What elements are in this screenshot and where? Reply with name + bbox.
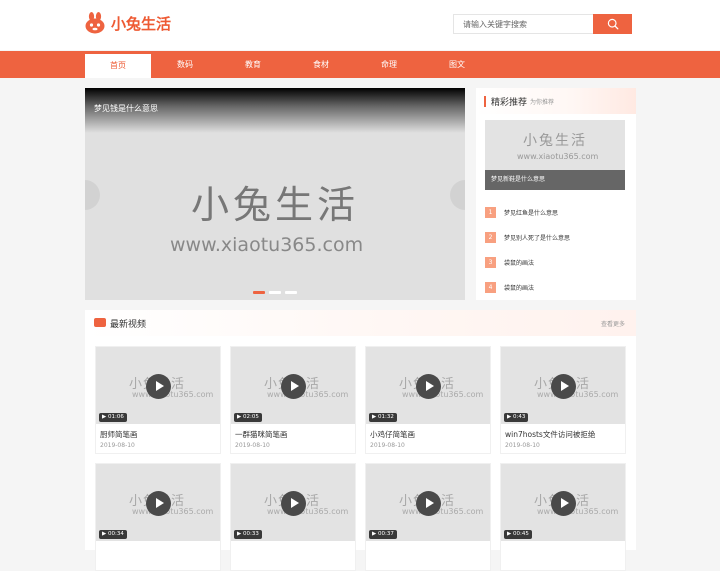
video-thumbnail[interactable]: 小兔生活 www.xiaotu365.com ▶ 00:45 xyxy=(501,464,625,541)
recommend-list: 1 梦见红鱼是什么意思 2 梦见别人死了是什么意思 3 袋鼠的画法 4 袋鼠的画… xyxy=(485,200,625,300)
play-icon[interactable] xyxy=(416,491,441,516)
rank-badge: 2 xyxy=(485,232,496,243)
video-thumbnail[interactable]: 小兔生活 www.xiaotu365.com ▶ 00:33 xyxy=(231,464,355,541)
play-icon[interactable] xyxy=(146,374,171,399)
search-bar xyxy=(453,14,632,34)
site-logo[interactable]: 小兔生活 xyxy=(84,10,171,36)
latest-videos-section: 最新视频 查看更多 小兔生活 www.xiaotu365.com ▶ 01:06… xyxy=(85,310,636,571)
video-date: 2019-08-10 xyxy=(370,442,405,449)
list-item-title[interactable]: 梦见别人死了是什么意思 xyxy=(504,233,570,242)
list-item-title[interactable]: 袋鼠的画法 xyxy=(504,258,534,267)
rank-badge: 1 xyxy=(485,207,496,218)
list-item[interactable]: 3 袋鼠的画法 xyxy=(485,250,625,275)
rank-badge: 4 xyxy=(485,282,496,293)
slider-dot-2[interactable] xyxy=(269,291,281,294)
videos-header: 最新视频 查看更多 xyxy=(85,310,636,336)
main-nav: 首页 数码 教育 食材 命理 图文 xyxy=(0,51,720,78)
play-icon[interactable] xyxy=(416,374,441,399)
video-thumbnail[interactable]: 小兔生活 www.xiaotu365.com ▶ 00:34 xyxy=(96,464,220,541)
video-thumbnail[interactable]: 小兔生活 www.xiaotu365.com ▶ 02:05 xyxy=(231,347,355,424)
video-card[interactable]: 小兔生活 www.xiaotu365.com ▶ 01:32 小鸡仔简笔画 20… xyxy=(365,346,491,454)
list-item-title[interactable]: 梦见红鱼是什么意思 xyxy=(504,208,558,217)
video-thumbnail[interactable]: 小兔生活 www.xiaotu365.com ▶ 0:43 xyxy=(501,347,625,424)
nav-item-home[interactable]: 首页 xyxy=(85,54,151,78)
video-section-icon xyxy=(94,318,106,327)
banner-title[interactable]: 梦见钱是什么意思 xyxy=(94,103,158,114)
slider-dot-3[interactable] xyxy=(285,291,297,294)
video-thumbnail[interactable]: 小兔生活 www.xiaotu365.com ▶ 00:37 xyxy=(366,464,490,541)
recommend-panel: 精彩推荐 为你推荐 小兔生活 www.xiaotu365.com 梦见新鞋是什么… xyxy=(476,88,636,300)
play-icon[interactable] xyxy=(281,491,306,516)
list-item[interactable]: 1 梦见红鱼是什么意思 xyxy=(485,200,625,225)
video-duration: ▶ 00:33 xyxy=(234,530,262,539)
video-duration: ▶ 00:37 xyxy=(369,530,397,539)
video-card[interactable]: 小兔生活 www.xiaotu365.com ▶ 01:06 厨师简笔画 201… xyxy=(95,346,221,454)
list-item-title[interactable]: 袋鼠的画法 xyxy=(504,283,534,292)
site-name: 小兔生活 xyxy=(111,14,172,33)
thumb-watermark-url: www.xiaotu365.com xyxy=(267,390,349,399)
video-title[interactable]: 小鸡仔简笔画 xyxy=(370,429,415,440)
video-thumbnail[interactable]: 小兔生活 www.xiaotu365.com ▶ 01:06 xyxy=(96,347,220,424)
nav-item-education[interactable]: 教育 xyxy=(220,51,286,78)
video-date: 2019-08-10 xyxy=(100,442,135,449)
recommend-header-bar xyxy=(484,96,486,107)
thumb-watermark-url: www.xiaotu365.com xyxy=(402,507,484,516)
recommend-header: 精彩推荐 为你推荐 xyxy=(476,88,636,114)
view-more-link[interactable]: 查看更多 xyxy=(601,319,625,328)
nav-item-digital[interactable]: 数码 xyxy=(152,51,218,78)
video-duration: ▶ 00:34 xyxy=(99,530,127,539)
video-title[interactable]: 厨师简笔画 xyxy=(100,429,138,440)
banner-slider[interactable]: 小兔生活 www.xiaotu365.com 梦见钱是什么意思 xyxy=(85,88,465,300)
thumb-watermark-url: www.xiaotu365.com xyxy=(267,507,349,516)
thumb-watermark-url: www.xiaotu365.com xyxy=(132,390,214,399)
featured-caption[interactable]: 梦见新鞋是什么意思 xyxy=(485,170,625,190)
list-item[interactable]: 2 梦见别人死了是什么意思 xyxy=(485,225,625,250)
featured-watermark-url: www.xiaotu365.com xyxy=(517,152,599,161)
rank-badge: 3 xyxy=(485,257,496,268)
video-duration: ▶ 00:45 xyxy=(504,530,532,539)
thumb-watermark-url: www.xiaotu365.com xyxy=(402,390,484,399)
search-icon xyxy=(607,18,618,30)
video-title[interactable]: win7hosts文件访问被拒绝 xyxy=(505,429,595,440)
list-item[interactable]: 4 袋鼠的画法 xyxy=(485,275,625,300)
video-duration: ▶ 0:43 xyxy=(504,413,529,422)
nav-item-fortune[interactable]: 命理 xyxy=(356,51,422,78)
video-thumbnail[interactable]: 小兔生活 www.xiaotu365.com ▶ 01:32 xyxy=(366,347,490,424)
play-icon[interactable] xyxy=(281,374,306,399)
rabbit-logo-icon xyxy=(84,12,106,34)
video-date: 2019-08-10 xyxy=(235,442,270,449)
video-card[interactable]: 小兔生活 www.xiaotu365.com ▶ 00:34 xyxy=(95,463,221,571)
play-icon[interactable] xyxy=(146,491,171,516)
video-card[interactable]: 小兔生活 www.xiaotu365.com ▶ 0:43 win7hosts文… xyxy=(500,346,626,454)
play-icon[interactable] xyxy=(551,374,576,399)
thumb-watermark-url: www.xiaotu365.com xyxy=(537,390,619,399)
banner-watermark-url: www.xiaotu365.com xyxy=(170,234,364,256)
banner-watermark: 小兔生活 xyxy=(191,183,360,227)
video-duration: ▶ 01:32 xyxy=(369,413,397,422)
recommend-title: 精彩推荐 xyxy=(491,98,528,108)
featured-watermark: 小兔生活 xyxy=(523,133,587,149)
recommend-subtitle: 为你推荐 xyxy=(530,99,555,106)
recommend-featured[interactable]: 小兔生活 www.xiaotu365.com 梦见新鞋是什么意思 xyxy=(485,120,625,190)
thumb-watermark-url: www.xiaotu365.com xyxy=(132,507,214,516)
thumb-watermark-url: www.xiaotu365.com xyxy=(537,507,619,516)
video-card[interactable]: 小兔生活 www.xiaotu365.com ▶ 00:45 xyxy=(500,463,626,571)
header: 小兔生活 xyxy=(0,0,720,50)
video-duration: ▶ 01:06 xyxy=(99,413,127,422)
search-input[interactable] xyxy=(453,14,593,34)
search-button[interactable] xyxy=(593,14,632,34)
nav-item-food[interactable]: 食材 xyxy=(288,51,354,78)
video-date: 2019-08-10 xyxy=(505,442,540,449)
videos-title: 最新视频 xyxy=(110,320,147,330)
video-card[interactable]: 小兔生活 www.xiaotu365.com ▶ 02:05 一群猫咪简笔画 2… xyxy=(230,346,356,454)
video-card[interactable]: 小兔生活 www.xiaotu365.com ▶ 00:37 xyxy=(365,463,491,571)
video-card[interactable]: 小兔生活 www.xiaotu365.com ▶ 00:33 xyxy=(230,463,356,571)
play-icon[interactable] xyxy=(551,491,576,516)
video-duration: ▶ 02:05 xyxy=(234,413,262,422)
slider-dot-1[interactable] xyxy=(253,291,265,294)
video-title[interactable]: 一群猫咪简笔画 xyxy=(235,429,288,440)
nav-item-pictures[interactable]: 图文 xyxy=(424,51,490,78)
